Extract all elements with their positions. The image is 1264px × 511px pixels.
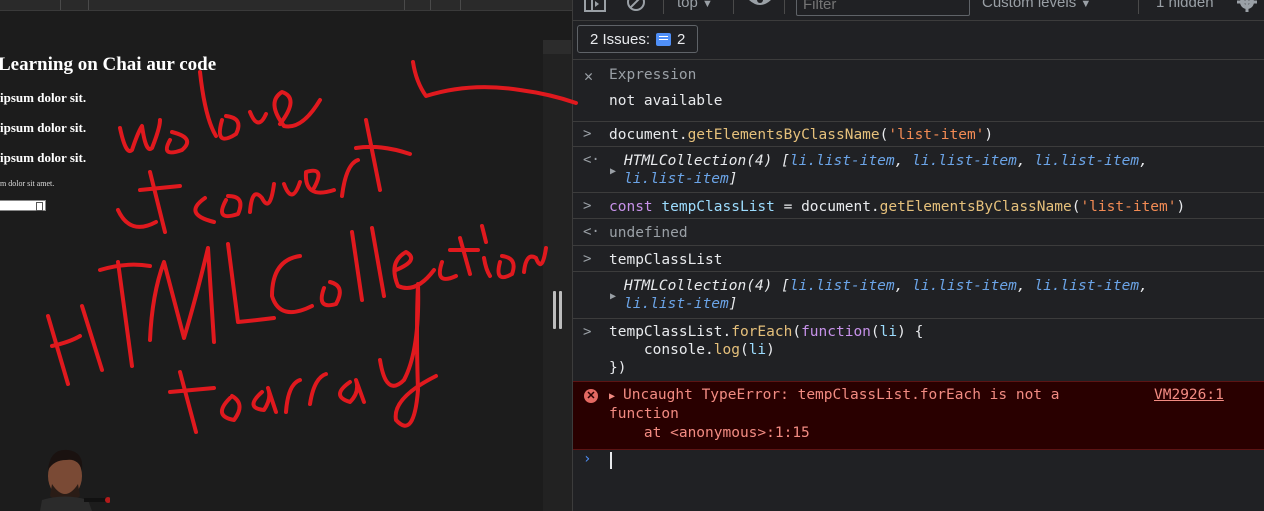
error-icon: ✕ xyxy=(584,389,598,403)
input-caret-icon: > xyxy=(583,324,592,340)
panel-resize-handle[interactable] xyxy=(553,291,563,329)
input-caret-icon: > xyxy=(583,251,592,267)
filter-input[interactable] xyxy=(796,0,970,16)
log-levels-label: Custom levels xyxy=(982,0,1077,11)
console-error-entry[interactable]: ✕ ▶ Uncaught TypeError: tempClassList.fo… xyxy=(573,381,1264,450)
result-arrow-icon: <· xyxy=(583,152,600,168)
htmlcollection-summary-cont: li.list-item] xyxy=(624,296,738,312)
expression-value: not available xyxy=(609,93,723,109)
console-prompt[interactable]: › xyxy=(573,449,1264,473)
input-caret-icon: > xyxy=(583,126,592,142)
console-input-entry[interactable]: > document.getElementsByClassName('list-… xyxy=(573,122,1264,147)
preview-toolbar xyxy=(0,0,573,11)
error-message: Uncaught TypeError: tempClassList.forEac… xyxy=(623,387,1060,403)
console-input-text: document.getElementsByClassName('list-it… xyxy=(609,127,994,143)
console-result-entry[interactable]: ▶ HTMLCollection(4) [li.list-item, li.li… xyxy=(573,272,1264,319)
error-message-cont: function xyxy=(609,406,679,422)
live-expression: ✕ Expression not available xyxy=(573,60,1264,122)
console-result-entry[interactable]: <· ▶ HTMLCollection(4) [li.list-item, li… xyxy=(573,147,1264,193)
chevron-down-icon: ▼ xyxy=(1080,0,1092,10)
issues-count: 2 xyxy=(677,30,686,48)
log-levels-dropdown[interactable]: Custom levels ▼ xyxy=(982,0,1091,11)
page-preview: Learning on Chai aur code ipsum dolor si… xyxy=(0,0,573,511)
console-input-line: }) xyxy=(609,360,627,376)
console-input-text: tempClassList xyxy=(609,252,723,268)
text-cursor xyxy=(610,452,612,469)
result-arrow-icon: <· xyxy=(583,224,600,240)
issues-bar: 2 Issues: 2 xyxy=(573,21,1264,60)
console-input-entry[interactable]: > const tempClassList = document.getElem… xyxy=(573,193,1264,219)
issues-button[interactable]: 2 Issues: 2 xyxy=(577,25,699,53)
source-link[interactable]: VM2926:1 xyxy=(1154,387,1224,403)
close-icon[interactable]: ✕ xyxy=(584,67,593,85)
preview-gutter xyxy=(543,40,573,511)
issues-label: 2 Issues: xyxy=(590,30,651,48)
page-heading: Learning on Chai aur code xyxy=(0,54,217,75)
page-paragraph: m dolor sit amet. xyxy=(0,179,55,188)
clear-console-icon[interactable] xyxy=(627,0,645,12)
preview-scroll-cap xyxy=(543,40,571,54)
console-input-line: tempClassList.forEach(function(li) { xyxy=(609,324,924,340)
list-item: ipsum dolor sit. xyxy=(0,90,87,105)
hidden-count: 1 hidden xyxy=(1156,0,1214,11)
expand-triangle-icon[interactable]: ▶ xyxy=(610,166,616,177)
list-item: ipsum dolor sit. xyxy=(0,120,87,135)
expand-triangle-icon[interactable]: ▶ xyxy=(610,291,616,302)
chevron-down-icon: ▼ xyxy=(702,0,713,10)
expand-triangle-icon[interactable]: ▶ xyxy=(609,391,615,402)
htmlcollection-summary-cont: li.list-item] xyxy=(624,171,738,187)
input-caret-icon: > xyxy=(583,198,592,214)
page-text-input[interactable] xyxy=(0,200,46,211)
console-input-entry[interactable]: > tempClassList xyxy=(573,246,1264,272)
console-input-text: const tempClassList = document.getElemen… xyxy=(609,199,1186,215)
undefined-result: undefined xyxy=(609,225,688,241)
context-selector[interactable]: top ▼ xyxy=(677,0,713,11)
console-input-line: console.log(li) xyxy=(609,342,775,358)
error-stack-frame: at <anonymous>:1:15 xyxy=(609,425,810,441)
prompt-caret-icon: › xyxy=(583,451,592,467)
gear-icon[interactable] xyxy=(1237,0,1257,13)
htmlcollection-summary: HTMLCollection(4) [li.list-item, li.list… xyxy=(624,278,1157,294)
sidebar-toggle-icon[interactable] xyxy=(584,0,606,12)
devtools-console-panel: top ▼ Custom levels ▼ 1 hidden 2 Issues:… xyxy=(573,0,1264,511)
console-input-entry[interactable]: > tempClassList.forEach(function(li) { c… xyxy=(573,319,1264,381)
console-result-entry: <· undefined xyxy=(573,219,1264,246)
eye-icon[interactable] xyxy=(748,0,772,10)
context-label: top xyxy=(677,0,698,11)
list-item: ipsum dolor sit. xyxy=(0,150,87,165)
console-toolbar: top ▼ Custom levels ▼ 1 hidden xyxy=(573,0,1264,21)
presenter-webcam-image xyxy=(40,448,110,511)
expression-title: Expression xyxy=(609,67,697,83)
message-icon xyxy=(656,32,672,46)
htmlcollection-summary: HTMLCollection(4) [li.list-item, li.list… xyxy=(624,153,1157,169)
